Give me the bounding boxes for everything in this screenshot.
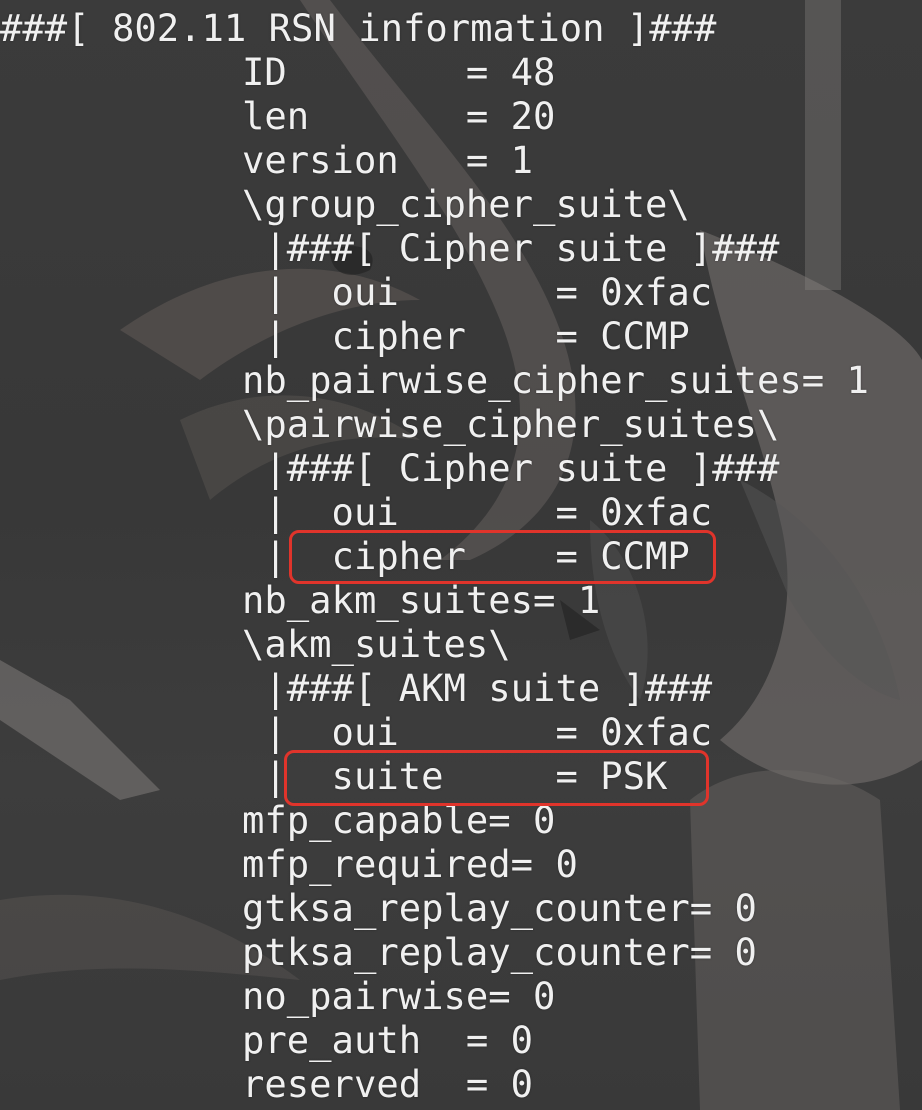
terminal-line: \akm_suites\ (242, 622, 511, 666)
terminal-line: mfp_required= 0 (242, 842, 578, 886)
terminal-line: version = 1 (242, 138, 534, 182)
terminal-line: pre_auth = 0 (242, 1018, 534, 1062)
terminal-line: | cipher = CCMP (242, 314, 690, 358)
terminal-line: |###[ AKM suite ]### (242, 666, 713, 710)
terminal-line: |###[ Cipher suite ]### (242, 226, 780, 270)
terminal-line: \group_cipher_suite\ (242, 182, 690, 226)
terminal-line: gtksa_replay_counter= 0 (242, 886, 757, 930)
terminal-line: ptksa_replay_counter= 0 (242, 930, 757, 974)
terminal-line: | oui = 0xfac (242, 270, 713, 314)
terminal-window: ###[ 802.11 RSN information ]### ID = 48… (0, 0, 922, 1110)
terminal-line: ID = 48 (242, 50, 556, 94)
terminal-line: | oui = 0xfac (242, 710, 713, 754)
terminal-line: len = 20 (242, 94, 556, 138)
terminal-line: \pairwise_cipher_suites\ (242, 402, 780, 446)
highlight-box-pairwise-cipher (289, 530, 716, 584)
terminal-line: | oui = 0xfac (242, 490, 713, 534)
highlight-box-akm-suite (284, 750, 709, 806)
terminal-line: |###[ Cipher suite ]### (242, 446, 780, 490)
terminal-line: nb_pairwise_cipher_suites= 1 (242, 358, 869, 402)
terminal-line: no_pairwise= 0 (242, 974, 556, 1018)
terminal-line: reserved = 0 (242, 1062, 534, 1106)
terminal-line-header: ###[ 802.11 RSN information ]### (0, 6, 717, 50)
terminal-line: nb_akm_suites= 1 (242, 578, 601, 622)
